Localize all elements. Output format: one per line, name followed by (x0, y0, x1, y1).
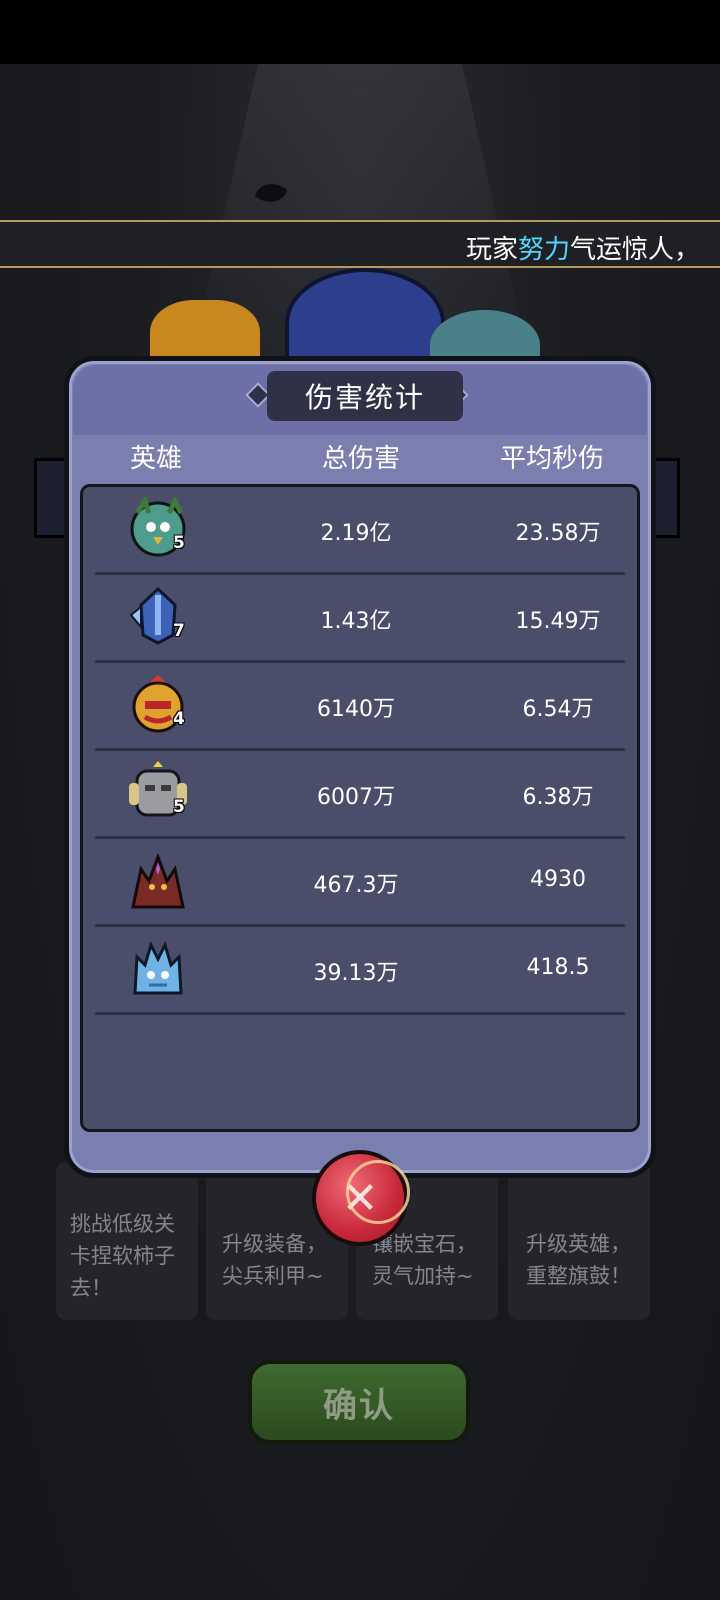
row-divider (95, 1012, 625, 1015)
table-row: 467.3万 4930 (83, 839, 637, 927)
damage-table: 5 2.19亿 23.58万 7 1.43亿 15.49万 4 6140万 6.… (80, 484, 640, 1132)
ticker-text: 玩家努力气运惊人， (465, 235, 700, 265)
star-badge: 5 (173, 797, 185, 817)
ice-dragon-hero-icon (133, 940, 183, 995)
avg-dps-value: 4930 (530, 867, 586, 892)
star-badge: 7 (173, 621, 185, 641)
total-damage-value: 39.13万 (313, 961, 399, 986)
close-highlight-ring (346, 1160, 410, 1224)
panel-title: 伤害统计 (304, 381, 425, 414)
avg-dps-value: 6.38万 (522, 785, 594, 810)
table-row: 4 6140万 6.54万 (83, 663, 637, 751)
shadow-dragon-hero-icon (131, 852, 185, 909)
star-badge: 4 (173, 709, 185, 729)
hint-card-2-text: 升级装备，尖兵利甲~ (222, 1232, 327, 1288)
total-damage-value: 6140万 (317, 697, 395, 722)
hint-card-1-text: 挑战低级关卡捏软柿子去！ (70, 1212, 175, 1300)
avg-dps-value: 15.49万 (515, 609, 601, 634)
hint-card-4-text: 升级英雄，重整旗鼓！ (526, 1232, 631, 1288)
avg-dps-value: 6.54万 (522, 697, 594, 722)
column-total-damage: 总伤害 (322, 444, 401, 474)
column-avg-dps: 平均秒伤 (500, 444, 605, 474)
total-damage-value: 2.19亿 (320, 521, 392, 546)
star-badge: 5 (173, 533, 185, 553)
avg-dps-value: 23.58万 (515, 521, 601, 546)
confirm-button[interactable]: 确认 (248, 1360, 470, 1444)
panel-title-plate: 伤害统计 (267, 371, 463, 421)
news-ticker: 玩家努力气运惊人， (0, 220, 720, 268)
table-row: 5 6007万 6.38万 (83, 751, 637, 839)
hint-card-3-text: 镶嵌宝石，灵气加持~ (372, 1232, 477, 1288)
total-damage-value: 467.3万 (313, 873, 399, 898)
table-row: 7 1.43亿 15.49万 (83, 575, 637, 663)
table-row: 39.13万 418.5 (83, 927, 637, 1015)
table-row: 5 2.19亿 23.58万 (83, 487, 637, 575)
total-damage-value: 6007万 (317, 785, 395, 810)
column-hero: 英雄 (130, 444, 183, 474)
status-bar (0, 0, 720, 64)
avg-dps-value: 418.5 (526, 955, 590, 980)
total-damage-value: 1.43亿 (320, 609, 392, 634)
